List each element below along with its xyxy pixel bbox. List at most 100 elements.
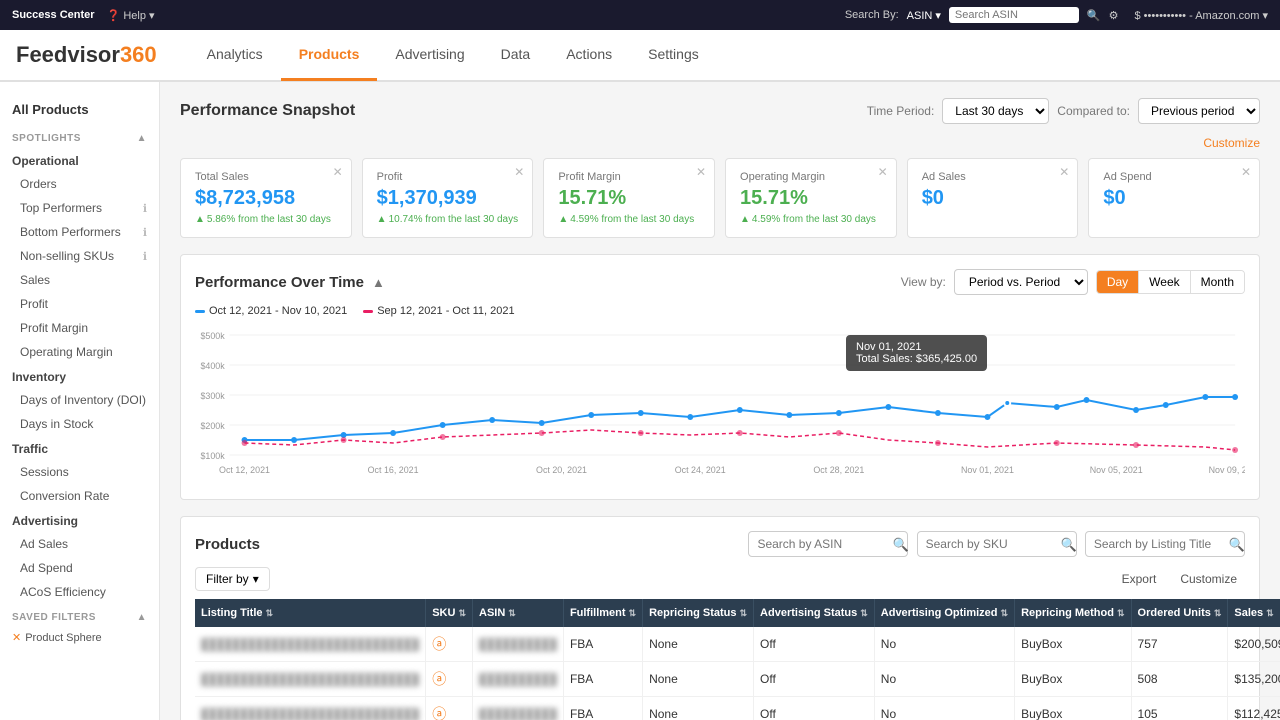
col-listing-title[interactable]: Listing Title⇅ [195, 599, 426, 627]
search-asin-input[interactable] [748, 531, 908, 557]
svg-text:Nov 05, 2021: Nov 05, 2021 [1090, 465, 1143, 475]
info-icon-non-selling: ℹ [143, 250, 147, 263]
cell-listing-title: ████████████████████████████ [195, 627, 426, 662]
table-row[interactable]: ████████████████████████████ ⓐ █████████… [195, 662, 1280, 697]
performance-chart: $500k $400k $300k $200k $100k [195, 325, 1245, 485]
col-asin[interactable]: ASIN⇅ [473, 599, 564, 627]
sidebar-item-conversion[interactable]: Conversion Rate [0, 484, 159, 508]
logo-feedvisor: Feedvisor [16, 42, 120, 67]
sidebar-item-ad-sales[interactable]: Ad Sales [0, 532, 159, 556]
products-toolbar: Filter by ▾ Export Customize [195, 567, 1245, 591]
legend-pink-line [363, 310, 373, 313]
customize-snapshot-link[interactable]: Customize [180, 136, 1260, 150]
content-area: Performance Snapshot Time Period: Last 3… [160, 82, 1280, 720]
search-asin-icon: 🔍 [892, 537, 908, 557]
search-by-type[interactable]: ASIN ▾ [907, 9, 941, 22]
compared-to-select[interactable]: Previous period [1138, 98, 1260, 124]
close-profit-margin[interactable]: ✕ [696, 165, 706, 179]
tab-advertising[interactable]: Advertising [377, 30, 482, 81]
top-bar: Success Center ❓ Help ▾ Search By: ASIN … [0, 0, 1280, 30]
product-sphere-filter[interactable]: ✕ Product Sphere [0, 627, 159, 648]
col-sku[interactable]: SKU⇅ [426, 599, 473, 627]
spotlights-collapse-icon[interactable]: ▲ [137, 133, 147, 144]
performance-over-time-section: Performance Over Time ▲ View by: Period … [180, 254, 1260, 500]
close-total-sales[interactable]: ✕ [333, 165, 343, 179]
cell-advertising-status: Off [754, 627, 875, 662]
sidebar-item-profit-margin[interactable]: Profit Margin [0, 316, 159, 340]
search-sku-input[interactable] [917, 531, 1077, 557]
info-icon-top: ℹ [143, 202, 147, 215]
kpi-title-total-sales: Total Sales [195, 171, 337, 183]
table-row[interactable]: ████████████████████████████ ⓐ █████████… [195, 697, 1280, 720]
sidebar-item-acos[interactable]: ACoS Efficiency [0, 580, 159, 604]
saved-filters-collapse-icon[interactable]: ▲ [137, 612, 147, 623]
day-button[interactable]: Day [1097, 271, 1139, 293]
close-operating-margin[interactable]: ✕ [878, 165, 888, 179]
customize-products-button[interactable]: Customize [1172, 568, 1245, 590]
gear-icon[interactable]: ⚙ [1109, 9, 1119, 22]
tab-analytics[interactable]: Analytics [189, 30, 281, 81]
tab-settings[interactable]: Settings [630, 30, 717, 81]
cell-sales: $135,200 [1228, 662, 1280, 697]
month-button[interactable]: Month [1191, 271, 1244, 293]
search-icon[interactable]: 🔍 [1087, 9, 1101, 22]
col-sales[interactable]: Sales⇅ [1228, 599, 1280, 627]
col-repricing-status[interactable]: Repricing Status⇅ [643, 599, 754, 627]
col-ordered-units[interactable]: Ordered Units⇅ [1131, 599, 1228, 627]
sidebar-item-top-performers[interactable]: Top Performers ℹ [0, 196, 159, 220]
close-ad-sales[interactable]: ✕ [1059, 165, 1069, 179]
col-fulfillment[interactable]: Fulfillment⇅ [563, 599, 642, 627]
sidebar-item-sessions[interactable]: Sessions [0, 460, 159, 484]
pot-collapse-icon[interactable]: ▲ [372, 275, 385, 290]
kpi-ad-spend: ✕ Ad Spend $0 [1088, 158, 1260, 238]
all-products-label[interactable]: All Products [0, 94, 159, 125]
svg-text:Oct 28, 2021: Oct 28, 2021 [813, 465, 864, 475]
cell-sales: $112,425 [1228, 697, 1280, 720]
performance-snapshot-section: Performance Snapshot Time Period: Last 3… [180, 98, 1260, 238]
help-menu[interactable]: ❓ Help ▾ [107, 9, 155, 22]
sidebar-item-ad-spend[interactable]: Ad Spend [0, 556, 159, 580]
sidebar-item-operating-margin[interactable]: Operating Margin [0, 340, 159, 364]
col-advertising-optimized[interactable]: Advertising Optimized⇅ [874, 599, 1014, 627]
cell-repricing-method: BuyBox [1015, 697, 1131, 720]
sidebar-item-orders[interactable]: Orders [0, 172, 159, 196]
legend-pink: Sep 12, 2021 - Oct 11, 2021 [363, 305, 514, 317]
asin-search-input[interactable] [949, 7, 1079, 23]
cell-repricing-method: BuyBox [1015, 627, 1131, 662]
time-period-select[interactable]: Last 30 days [942, 98, 1049, 124]
svg-text:Nov 09, 2021: Nov 09, 2021 [1209, 465, 1245, 475]
sidebar: All Products SPOTLIGHTS ▲ Operational Or… [0, 82, 160, 720]
cell-fulfillment: FBA [563, 627, 642, 662]
filter-by-button[interactable]: Filter by ▾ [195, 567, 270, 591]
svg-text:Oct 24, 2021: Oct 24, 2021 [675, 465, 726, 475]
svg-text:$500k: $500k [200, 331, 225, 341]
sidebar-item-days-in-stock[interactable]: Days in Stock [0, 412, 159, 436]
tab-products[interactable]: Products [281, 30, 378, 81]
cell-advertising-optimized: No [874, 697, 1014, 720]
col-repricing-method[interactable]: Repricing Method⇅ [1015, 599, 1131, 627]
col-advertising-status[interactable]: Advertising Status⇅ [754, 599, 875, 627]
period-select[interactable]: Period vs. Period [954, 269, 1088, 295]
sidebar-item-doi[interactable]: Days of Inventory (DOI) [0, 388, 159, 412]
traffic-group: Traffic [0, 436, 159, 460]
kpi-title-ad-spend: Ad Spend [1103, 171, 1245, 183]
export-button[interactable]: Export [1114, 568, 1165, 590]
sidebar-item-profit[interactable]: Profit [0, 292, 159, 316]
close-profit[interactable]: ✕ [514, 165, 524, 179]
close-ad-spend[interactable]: ✕ [1241, 165, 1251, 179]
week-button[interactable]: Week [1139, 271, 1190, 293]
sidebar-item-sales[interactable]: Sales [0, 268, 159, 292]
tab-data[interactable]: Data [483, 30, 549, 81]
kpi-title-profit: Profit [377, 171, 519, 183]
sidebar-item-bottom-performers[interactable]: Bottom Performers ℹ [0, 220, 159, 244]
tab-actions[interactable]: Actions [548, 30, 630, 81]
chart-container: $500k $400k $300k $200k $100k [195, 325, 1245, 485]
cell-sales: $200,509 [1228, 627, 1280, 662]
table-row[interactable]: ████████████████████████████ ⓐ █████████… [195, 627, 1280, 662]
sidebar-item-non-selling[interactable]: Non-selling SKUs ℹ [0, 244, 159, 268]
kpi-profit: ✕ Profit $1,370,939 ▲ 10.74% from the la… [362, 158, 534, 238]
remove-filter-icon[interactable]: ✕ [12, 631, 21, 644]
info-icon-bottom: ℹ [143, 226, 147, 239]
search-title-input[interactable] [1085, 531, 1245, 557]
kpi-change-operating-margin: ▲ 4.59% from the last 30 days [740, 214, 882, 225]
